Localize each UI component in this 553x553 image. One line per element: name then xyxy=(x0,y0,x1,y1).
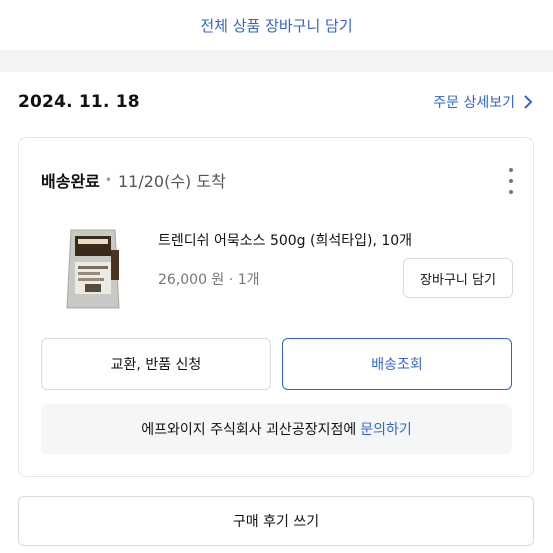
add-to-cart-button[interactable]: 장바구니 담기 xyxy=(403,258,513,298)
top-action-strip: 전체 상품 장바구니 담기 xyxy=(0,0,553,50)
inquiry-text: 에프와이지 주식회사 괴산공장지점에 xyxy=(141,422,357,438)
product-price: 26,000 원 xyxy=(158,272,225,288)
delivery-status: 배송완료 xyxy=(41,172,100,191)
more-options-icon[interactable] xyxy=(505,168,517,194)
arrival-date: 11/20(수) 도착 xyxy=(117,172,226,191)
order-detail-label: 주문 상세보기 xyxy=(433,95,515,111)
separator-dot: • xyxy=(104,173,112,187)
price-row: 26,000 원 · 1개 xyxy=(158,269,259,289)
order-header: 2024. 11. 18 주문 상세보기 xyxy=(18,90,533,114)
seller-inquiry-box: 에프와이지 주식회사 괴산공장지점에 문의하기 xyxy=(41,404,512,454)
product-quantity: 1개 xyxy=(237,272,260,288)
delivery-status-row: 배송완료 • 11/20(수) 도착 xyxy=(41,168,226,192)
order-section: 2024. 11. 18 주문 상세보기 배송완료 • 11/20(수) 도착 xyxy=(0,72,553,553)
order-detail-link[interactable]: 주문 상세보기 xyxy=(433,92,533,112)
order-item-card: 배송완료 • 11/20(수) 도착 트렌디쉬 어묵소스 500g (희석타입)… xyxy=(18,137,534,477)
order-date: 2024. 11. 18 xyxy=(18,92,140,112)
separator-dot: · xyxy=(228,272,238,288)
chevron-right-icon xyxy=(523,94,533,110)
write-review-button[interactable]: 구매 후기 쓰기 xyxy=(18,496,534,546)
product-image[interactable] xyxy=(63,226,123,312)
track-delivery-button[interactable]: 배송조회 xyxy=(282,338,512,390)
add-all-to-cart-link[interactable]: 전체 상품 장바구니 담기 xyxy=(200,15,352,36)
exchange-return-button[interactable]: 교환, 반품 신청 xyxy=(41,338,271,390)
product-name[interactable]: 트렌디쉬 어묵소스 500g (희석타입), 10개 xyxy=(158,230,412,250)
inquiry-link[interactable]: 문의하기 xyxy=(360,419,412,439)
